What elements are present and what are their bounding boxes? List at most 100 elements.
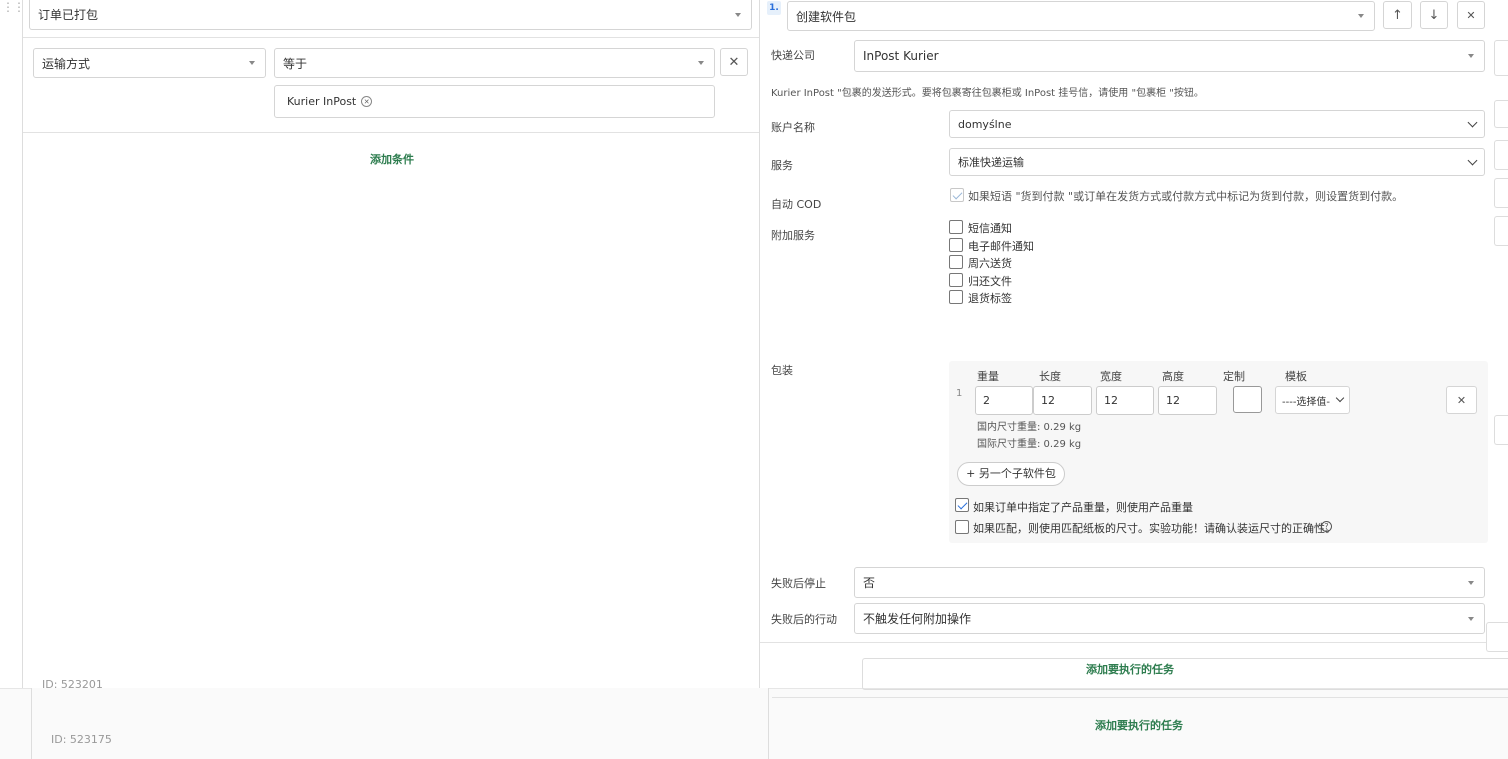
use-product-weight-checkbox[interactable] <box>955 498 969 512</box>
divider <box>23 37 759 38</box>
return-label-label: 退货标签 <box>968 292 1012 305</box>
help-icon[interactable]: ? <box>1321 521 1332 532</box>
email-notification-label: 电子邮件通知 <box>968 240 1034 253</box>
stop-on-fail-label: 失败后停止 <box>771 577 826 590</box>
chevron-down-icon <box>1467 117 1478 128</box>
task-type-select[interactable]: 创建软件包 <box>787 1 1375 31</box>
saturday-delivery-label: 周六送货 <box>968 257 1012 270</box>
account-select[interactable]: domyślne <box>949 110 1485 138</box>
trigger-select[interactable]: 订单已打包 <box>29 0 752 30</box>
step-number-badge: 1. <box>767 1 781 15</box>
background-select-edge <box>1494 216 1508 246</box>
arrow-up-icon: ↑ <box>1392 7 1403 23</box>
action-on-fail-select[interactable]: 不触发任何附加操作 <box>854 603 1485 634</box>
caret-down-icon <box>735 12 741 17</box>
template-select[interactable]: ----选择值- <box>1275 386 1350 414</box>
service-label: 服务 <box>771 159 793 172</box>
background-select-edge <box>1494 100 1508 128</box>
outer-rule-id: ID: 523175 <box>51 733 112 746</box>
use-product-weight-label: 如果订单中指定了产品重量，则使用产品重量 <box>973 501 1193 514</box>
account-label: 账户名称 <box>771 121 815 134</box>
courier-select[interactable]: InPost Kurier <box>854 40 1485 72</box>
template-select-value: ----选择值- <box>1282 396 1331 408</box>
background-select-edge <box>1494 178 1508 208</box>
outer-add-task-button[interactable]: 添加要执行的任务 <box>1095 717 1183 733</box>
width-input[interactable]: 12 <box>1096 386 1154 415</box>
return-documents-label: 归还文件 <box>968 275 1012 288</box>
use-template-dims-checkbox[interactable] <box>955 520 969 534</box>
intl-dim-weight: 国际尺寸重量: 0.29 kg <box>977 439 1082 450</box>
remove-tag-icon[interactable]: ✕ <box>361 96 373 107</box>
use-template-dims-label: 如果匹配，则使用匹配纸板的尺寸。实验功能！请确认装运尺寸的正确性。 <box>973 522 1336 535</box>
template-header: 模板 <box>1285 370 1307 383</box>
weight-header: 重量 <box>977 370 999 383</box>
condition-operator-select[interactable]: 等于 <box>274 48 715 78</box>
stop-on-fail-select[interactable]: 否 <box>854 567 1485 598</box>
return-documents-checkbox[interactable] <box>949 273 963 287</box>
weight-input[interactable]: 2 <box>975 386 1033 415</box>
close-icon: ✕ <box>1456 393 1467 407</box>
courier-value: InPost Kurier <box>863 49 939 63</box>
trigger-select-value: 订单已打包 <box>38 8 99 22</box>
service-select[interactable]: 标准快递运输 <box>949 148 1485 176</box>
task-type-value: 创建软件包 <box>796 9 857 24</box>
condition-field-select[interactable]: 运输方式 <box>33 48 266 78</box>
close-icon: ✕ <box>728 54 740 70</box>
action-on-fail-value: 不触发任何附加操作 <box>863 612 972 626</box>
condition-values-input[interactable]: Kurier InPost ✕ <box>274 85 715 118</box>
divider <box>760 642 1486 643</box>
height-input[interactable]: 12 <box>1158 386 1217 415</box>
return-label-checkbox[interactable] <box>949 290 963 304</box>
background-select-edge <box>862 658 1508 690</box>
condition-operator-value: 等于 <box>283 56 308 71</box>
width-header: 宽度 <box>1100 370 1122 383</box>
package-row-index: 1 <box>956 388 963 399</box>
domestic-dim-weight: 国内尺寸重量: 0.29 kg <box>977 422 1082 433</box>
height-header: 高度 <box>1162 370 1184 383</box>
chevron-down-icon <box>1335 393 1345 403</box>
chevron-down-icon <box>1467 155 1478 166</box>
length-input[interactable]: 12 <box>1033 386 1092 415</box>
value-tag: Kurier InPost ✕ <box>287 95 373 108</box>
move-up-button[interactable]: ↑ <box>1383 1 1412 29</box>
drag-handle-icon[interactable]: ⋮⋮ <box>2 1 25 19</box>
caret-down-icon <box>1468 616 1474 621</box>
background-select-edge <box>1494 40 1508 76</box>
remove-condition-button[interactable]: ✕ <box>720 48 748 76</box>
auto-cod-checkbox[interactable] <box>950 188 964 202</box>
remove-task-button[interactable]: ✕ <box>1457 1 1485 29</box>
custom-header: 定制 <box>1223 370 1245 383</box>
sms-notification-checkbox[interactable] <box>949 220 963 234</box>
account-value: domyślne <box>958 117 1012 131</box>
custom-checkbox[interactable] <box>1233 386 1262 413</box>
outer-left-box <box>31 688 769 759</box>
divider <box>772 697 1508 698</box>
background-select-edge <box>1486 622 1508 652</box>
auto-cod-label: 自动 COD <box>771 198 822 211</box>
email-notification-checkbox[interactable] <box>949 238 963 252</box>
add-condition-button[interactable]: 添加条件 <box>370 151 414 167</box>
sms-notification-label: 短信通知 <box>968 222 1012 235</box>
saturday-delivery-checkbox[interactable] <box>949 255 963 269</box>
arrow-down-icon: ↓ <box>1428 7 1440 23</box>
background-select-edge <box>1494 415 1508 445</box>
add-task-button[interactable]: 添加要执行的任务 <box>1086 661 1174 677</box>
value-tag-label: Kurier InPost <box>287 95 357 108</box>
stop-on-fail-value: 否 <box>863 576 876 590</box>
close-icon: ✕ <box>1466 8 1476 22</box>
move-down-button[interactable]: ↓ <box>1420 1 1448 29</box>
condition-field-value: 运输方式 <box>42 56 91 71</box>
caret-down-icon <box>249 61 255 65</box>
divider <box>23 132 759 133</box>
add-subpackage-button[interactable]: + 另一个子软件包 <box>957 462 1065 486</box>
service-value: 标准快递运输 <box>958 156 1024 169</box>
remove-package-button[interactable]: ✕ <box>1446 386 1477 414</box>
background-select-edge <box>1494 140 1508 170</box>
packaging-label: 包装 <box>771 364 793 377</box>
courier-note: Kurier InPost "包裹的发送形式。要将包裹寄往包裹柜或 InPost… <box>771 88 1204 99</box>
extra-services-label: 附加服务 <box>771 229 815 242</box>
caret-down-icon <box>1358 14 1364 18</box>
auto-cod-text: 如果短语 "货到付款 "或订单在发货方式或付款方式中标记为货到付款，则设置货到付… <box>968 190 1404 203</box>
action-on-fail-label: 失败后的行动 <box>771 613 837 626</box>
caret-down-icon <box>1468 54 1474 58</box>
